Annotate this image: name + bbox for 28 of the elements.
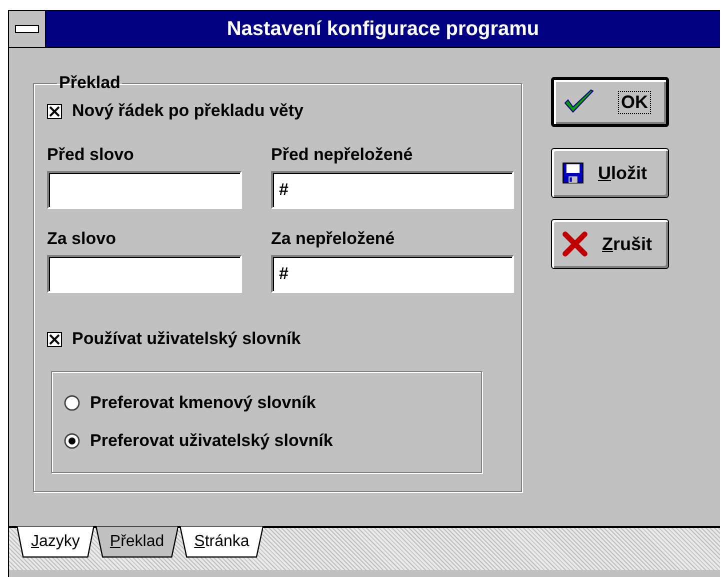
- field-label: Před nepřeložené: [271, 145, 414, 165]
- checkbox-label: Používat uživatelský slovník: [72, 329, 301, 349]
- input-field[interactable]: #: [271, 171, 514, 209]
- tab[interactable]: Překlad: [96, 526, 178, 558]
- tab[interactable]: Jazyky: [17, 526, 94, 558]
- radio-button[interactable]: [64, 395, 80, 411]
- save-button[interactable]: Uložit: [551, 148, 669, 198]
- system-menu-button[interactable]: [9, 11, 46, 47]
- minus-icon: [15, 25, 39, 33]
- radio-label: Preferovat kmenový slovník: [90, 393, 316, 413]
- input-field[interactable]: [47, 255, 242, 293]
- cross-icon: [562, 231, 588, 257]
- field-label: Za slovo: [47, 229, 117, 249]
- field-label: Za nepřeložené: [271, 229, 396, 249]
- input-field[interactable]: [47, 171, 242, 209]
- field-label: Před slovo: [47, 145, 135, 165]
- window-title: Nastavení konfigurace programu: [226, 17, 540, 42]
- group-title: Překlad: [58, 73, 122, 93]
- radio-button[interactable]: [64, 433, 80, 449]
- check-icon: [564, 89, 594, 115]
- radio-label: Preferovat uživatelský slovník: [90, 431, 333, 451]
- ok-button[interactable]: OK: [551, 77, 669, 127]
- tab[interactable]: Stránka: [180, 526, 264, 558]
- checkbox[interactable]: [47, 332, 62, 346]
- checkbox-label: Nový řádek po překladu věty: [72, 101, 304, 121]
- checkbox[interactable]: [47, 104, 62, 118]
- input-field[interactable]: #: [271, 255, 514, 293]
- cancel-button[interactable]: Zrušit: [551, 219, 669, 269]
